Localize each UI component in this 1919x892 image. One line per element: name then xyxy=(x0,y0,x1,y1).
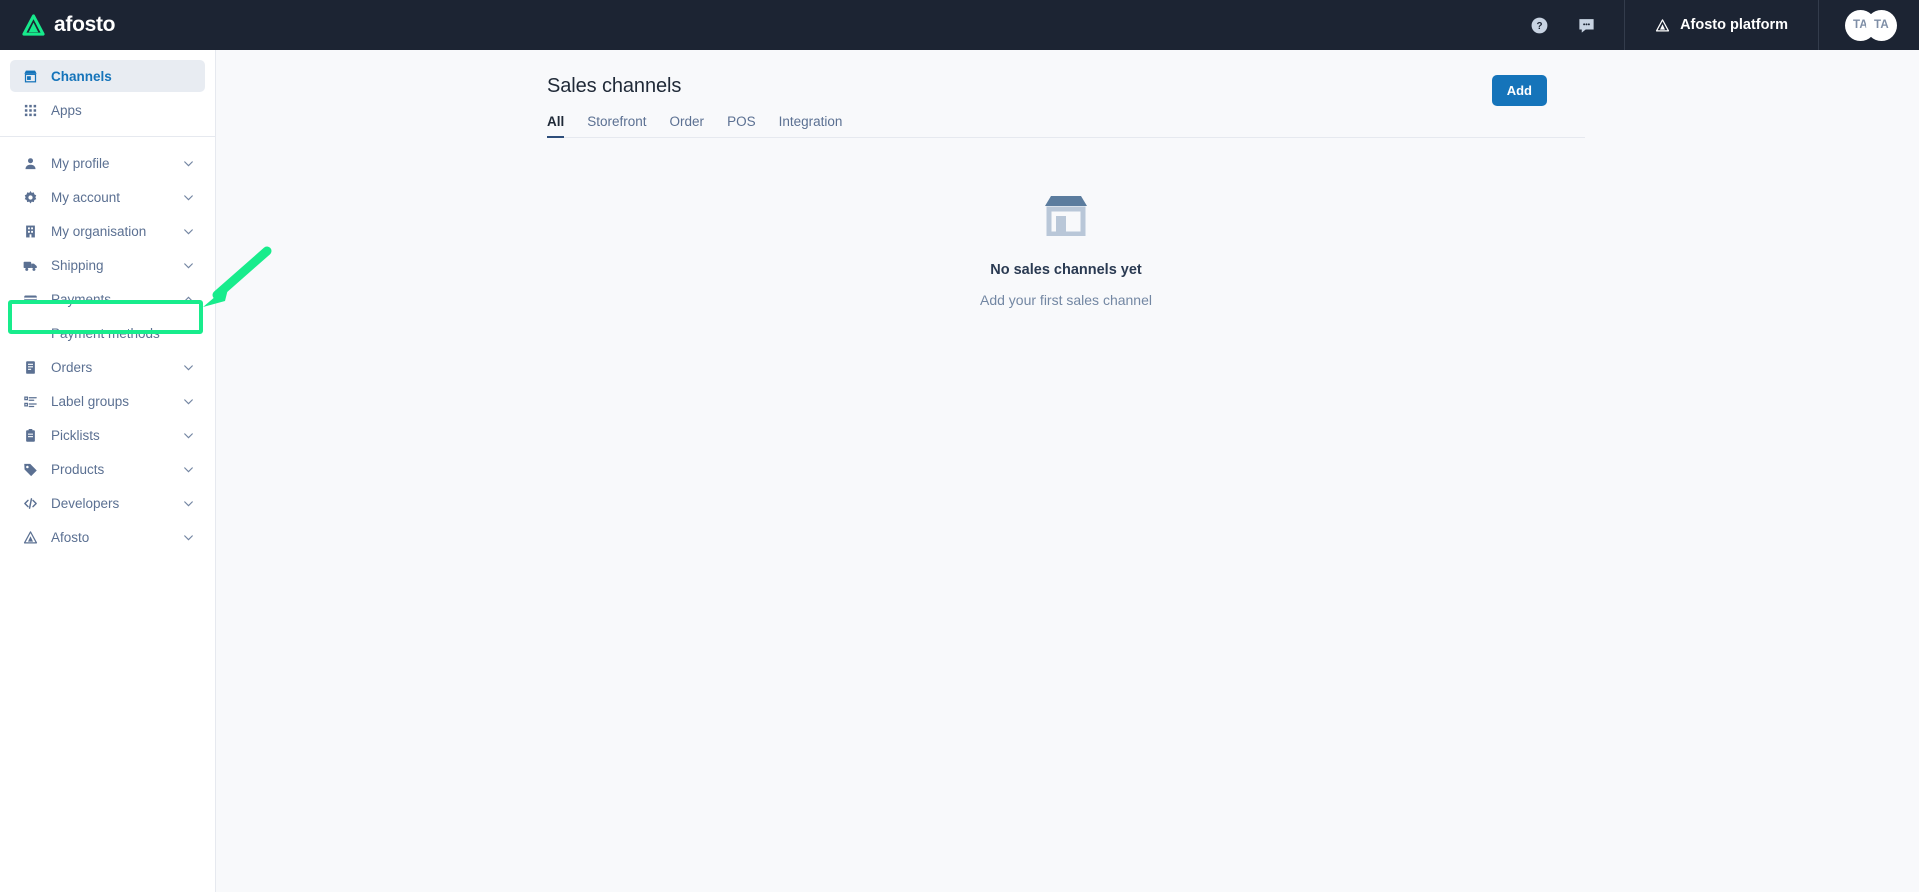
grid-apps-icon xyxy=(22,102,38,118)
chevron-down-icon xyxy=(184,398,193,405)
sidebar-item-apps[interactable]: Apps xyxy=(10,94,205,126)
sidebar-item-channels[interactable]: Channels xyxy=(10,60,205,92)
building-icon xyxy=(22,223,38,239)
chevron-down-icon xyxy=(184,432,193,439)
afosto-triangle-icon xyxy=(22,529,38,545)
sidebar-group-label: My account xyxy=(51,189,121,205)
page-title: Sales channels xyxy=(547,75,682,97)
brand-name: afosto xyxy=(54,13,116,36)
top-navigation-bar: afosto ? Afosto platform TA TA xyxy=(0,0,1919,50)
sidebar-group-products[interactable]: Products xyxy=(10,453,205,485)
sidebar-group-shipping[interactable]: Shipping xyxy=(10,249,205,281)
sidebar-group-my-profile[interactable]: My profile xyxy=(10,147,205,179)
empty-state: No sales channels yet Add your first sal… xyxy=(547,194,1585,308)
storefront-icon xyxy=(22,68,38,84)
sidebar-divider xyxy=(0,136,215,137)
sidebar-group-label: Label groups xyxy=(51,393,130,409)
sidebar-item-label: Channels xyxy=(51,68,112,84)
sidebar-group-label: My organisation xyxy=(51,223,147,239)
chevron-down-icon xyxy=(184,500,193,507)
storefront-icon xyxy=(1045,196,1087,236)
tab-storefront[interactable]: Storefront xyxy=(587,114,646,138)
tab-bar: All Storefront Order POS Integration xyxy=(547,114,1585,138)
brand-logo[interactable]: afosto xyxy=(22,13,116,37)
platform-switcher[interactable]: Afosto platform xyxy=(1625,0,1818,50)
sidebar-group-my-organisation[interactable]: My organisation xyxy=(10,215,205,247)
page-header: Sales channels Add All Storefront Order … xyxy=(216,50,1919,138)
sidebar-group-picklists[interactable]: Picklists xyxy=(10,419,205,451)
chevron-down-icon xyxy=(184,160,193,167)
chevron-down-icon xyxy=(184,228,193,235)
platform-label: Afosto platform xyxy=(1680,17,1788,33)
afosto-triangle-logo-icon xyxy=(22,13,45,36)
sidebar-group-label: Developers xyxy=(51,495,120,511)
chevron-down-icon xyxy=(184,364,193,371)
chevron-down-icon xyxy=(184,262,193,269)
empty-state-title: No sales channels yet xyxy=(990,262,1142,278)
sidebar-group-label: Payments xyxy=(51,291,112,307)
tab-integration[interactable]: Integration xyxy=(779,114,843,138)
add-button[interactable]: Add xyxy=(1491,75,1547,106)
main-content: Sales channels Add All Storefront Order … xyxy=(216,50,1919,892)
tag-icon xyxy=(22,461,38,477)
truck-icon xyxy=(22,257,38,273)
question-circle-icon[interactable]: ? xyxy=(1530,16,1549,35)
svg-text:?: ? xyxy=(1537,21,1543,32)
sidebar-group-label: Picklists xyxy=(51,427,100,443)
code-icon xyxy=(22,495,38,511)
afosto-triangle-icon xyxy=(1656,18,1670,31)
empty-state-subtitle: Add your first sales channel xyxy=(980,292,1152,308)
sidebar-group-label: Orders xyxy=(51,359,93,375)
credit-card-icon xyxy=(22,291,38,307)
chevron-down-icon xyxy=(184,466,193,473)
sidebar-group-label: Products xyxy=(51,461,105,477)
avatar[interactable]: TA xyxy=(1866,9,1897,41)
sidebar-group-my-account[interactable]: My account xyxy=(10,181,205,213)
clipboard-icon xyxy=(22,427,38,443)
chevron-up-icon xyxy=(184,295,193,302)
gear-icon xyxy=(22,189,38,205)
chevron-down-icon xyxy=(184,534,193,541)
chevron-down-icon xyxy=(184,194,193,201)
label-list-icon xyxy=(22,393,38,409)
user-icon xyxy=(22,155,38,171)
sidebar-group-label: Shipping xyxy=(51,257,104,273)
sidebar-group-label: Afosto xyxy=(51,529,90,545)
receipt-icon xyxy=(22,359,38,375)
sidebar-group-label-groups[interactable]: Label groups xyxy=(10,385,205,417)
sidebar-group-payments[interactable]: Payments xyxy=(10,283,205,315)
chat-bubble-icon[interactable] xyxy=(1577,16,1596,35)
tab-all[interactable]: All xyxy=(547,114,565,138)
tab-pos[interactable]: POS xyxy=(727,114,756,138)
avatar-group[interactable]: TA TA xyxy=(1819,0,1919,50)
sidebar-subitem-label: Payment methods xyxy=(51,325,160,341)
sidebar-navigation: Channels Apps My profile My account My o… xyxy=(0,50,216,892)
sidebar-item-label: Apps xyxy=(51,102,82,118)
sidebar-group-afosto[interactable]: Afosto xyxy=(10,521,205,553)
sidebar-group-orders[interactable]: Orders xyxy=(10,351,205,383)
sidebar-subitem-payment-methods[interactable]: Payment methods xyxy=(10,317,205,349)
topbar-icon-group: ? xyxy=(1502,0,1624,50)
sidebar-group-developers[interactable]: Developers xyxy=(10,487,205,519)
sidebar-group-label: My profile xyxy=(51,155,110,171)
tab-order[interactable]: Order xyxy=(670,114,705,138)
